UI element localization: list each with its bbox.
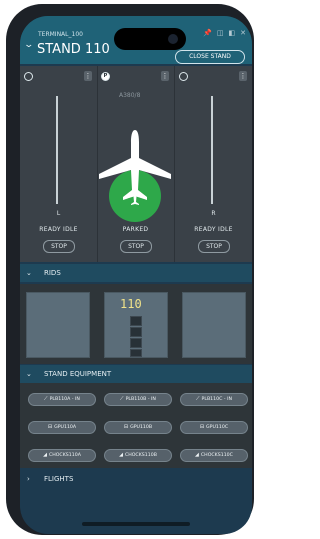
plb-button[interactable]: ⟋ PLB110B - IN [104,393,172,406]
pin-icon[interactable]: 📌 [203,29,212,37]
gate-left: ⋮ L READY IDLE STOP [20,66,98,262]
equipment-panel: ⟋ PLB110A - IN ⟋ PLB110B - IN ⟋ PLB110C - I… [20,383,252,471]
chocks-icon: ◢ [195,452,199,458]
gpu-button[interactable]: ⊟ GPU110A [28,421,96,434]
gpu-icon: ⊟ [199,424,205,430]
rids-section-header[interactable]: ⌄ RIDS [20,264,252,282]
stand-title: STAND 110 [37,42,110,57]
split-icon[interactable]: ◧ [229,29,236,37]
chocks-icon: ◢ [119,452,123,458]
stop-button[interactable]: STOP [120,240,152,253]
rids-panel: 110 [20,284,252,364]
gate-right: ⋮ R READY IDLE STOP [175,66,252,262]
gate-indicator-icon [179,72,188,81]
rid-bar-segment [130,327,142,337]
parked-airplane-icon [99,130,171,222]
chocks-button[interactable]: ◢ CHOCKS110B [104,449,172,462]
chevron-down-icon: ⌄ [26,370,32,378]
gate-status: READY IDLE [194,226,233,233]
more-menu-icon[interactable]: ⋮ [161,71,169,81]
gate-indicator-icon [24,72,33,81]
gate-side-label: R [211,210,216,217]
camera-icon [168,34,178,44]
gpu-button[interactable]: ⊟ GPU110C [180,421,248,434]
home-indicator[interactable] [82,522,190,526]
rid-bar-segment [130,316,142,326]
guide-line [211,96,213,204]
close-icon[interactable]: ✕ [240,29,246,37]
window-controls: 📌 ◫ ◧ ✕ [203,29,246,37]
gpu-button[interactable]: ⊟ GPU110B [104,421,172,434]
more-menu-icon[interactable]: ⋮ [84,71,92,81]
gate-panel: ⋮ L READY IDLE STOP P ⋮ A380/8 C PARKED … [20,66,252,262]
aircraft-type: A380/8 [119,92,141,99]
gpu-icon: ⊟ [123,424,129,430]
gate-status: READY IDLE [39,226,78,233]
rid-left-display [26,292,90,358]
bridge-icon: ⟋ [120,396,124,402]
bridge-icon: ⟋ [44,396,48,402]
terminal-label: TERMINAL_100 [38,31,83,38]
stop-button[interactable]: STOP [43,240,75,253]
flights-section-header[interactable]: › FLIGHTS [20,468,252,490]
equipment-section-label: STAND EQUIPMENT [44,370,112,378]
stop-button[interactable]: STOP [198,240,230,253]
plb-button[interactable]: ⟋ PLB110C - IN [180,393,248,406]
parked-indicator-icon: P [101,72,110,81]
rid-bar-segment [130,338,142,348]
phone-frame: TERMINAL_100 ⌄ STAND 110 📌 ◫ ◧ ✕ CLOSE S… [6,4,254,535]
equipment-section-header[interactable]: ⌄ STAND EQUIPMENT [20,365,252,383]
guide-line [56,96,58,204]
chevron-right-icon: › [27,475,30,483]
rid-right-display [182,292,246,358]
close-stand-button[interactable]: CLOSE STAND [175,50,245,64]
gate-side-label: L [56,210,61,217]
rids-section-label: RIDS [44,269,61,277]
bridge-icon: ⟋ [196,396,200,402]
chocks-button[interactable]: ◢ CHOCKS110A [28,449,96,462]
plb-button[interactable]: ⟋ PLB110A - IN [28,393,96,406]
panel-icon[interactable]: ◫ [217,29,224,37]
flights-section-label: FLIGHTS [44,475,74,483]
collapse-chevron-icon[interactable]: ⌄ [23,40,34,50]
gate-status: PARKED [122,226,149,233]
chevron-down-icon: ⌄ [26,269,32,277]
more-menu-icon[interactable]: ⋮ [239,71,247,81]
chocks-button[interactable]: ◢ CHOCKS110C [180,449,248,462]
rid-display-value: 110 [120,297,142,311]
dynamic-island [114,28,186,50]
rid-bar-segment [130,349,142,357]
chocks-icon: ◢ [43,452,47,458]
app-screen: TERMINAL_100 ⌄ STAND 110 📌 ◫ ◧ ✕ CLOSE S… [20,16,252,534]
gpu-icon: ⊟ [47,424,53,430]
